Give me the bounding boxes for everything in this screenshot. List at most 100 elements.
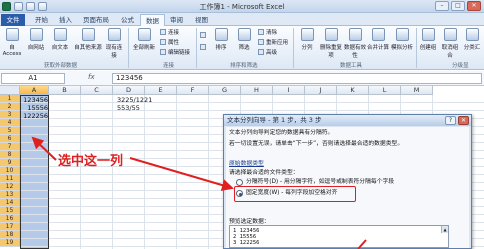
row-header-14[interactable]: 14 xyxy=(0,199,20,207)
close-button[interactable]: ✕ xyxy=(467,1,481,11)
row-header-3[interactable]: 3 xyxy=(0,111,20,119)
reapply-button[interactable]: 重新应用 xyxy=(258,39,288,48)
group-separator xyxy=(196,28,197,68)
text-to-columns-button[interactable]: 分列 xyxy=(297,28,317,56)
annotation-select-column: 选中这一列 xyxy=(58,154,124,169)
consolidate-button[interactable]: 合并计算 xyxy=(367,28,389,56)
tab-insert[interactable]: 插入 xyxy=(54,14,77,26)
tab-review[interactable]: 审阅 xyxy=(165,14,188,26)
dialog-close-button[interactable]: ✕ xyxy=(458,116,469,125)
dialog-body: 文本分列向导判定您的数据具有分隔符。 若一切设置无误，请单击“下一步”，否则请选… xyxy=(226,127,469,248)
connections-button[interactable]: 连接 xyxy=(160,29,179,38)
title-bar: 工作簿1 - Microsoft Excel – □ ✕ xyxy=(0,0,484,13)
fixed-width-radio[interactable] xyxy=(236,190,243,197)
clear-button[interactable]: 清除 xyxy=(258,29,277,38)
column-header-j[interactable]: J xyxy=(305,86,337,95)
row-header-1[interactable]: 1 xyxy=(0,95,20,103)
dialog-help-button[interactable]: ? xyxy=(445,116,456,125)
group-button[interactable]: 创建组 xyxy=(418,28,438,56)
column-header-c[interactable]: C xyxy=(81,86,113,95)
cell-a2[interactable]: 15556 xyxy=(21,104,48,112)
row-header-4[interactable]: 4 xyxy=(0,119,20,127)
refresh-all-button[interactable]: 全部刷新 xyxy=(132,28,156,56)
tab-view[interactable]: 视图 xyxy=(190,14,213,26)
column-header-e[interactable]: E xyxy=(145,86,177,95)
tab-page-layout[interactable]: 页面布局 xyxy=(78,14,114,26)
advanced-button[interactable]: 高级 xyxy=(258,49,277,58)
column-header-g[interactable]: G xyxy=(209,86,241,95)
column-header-i[interactable]: I xyxy=(273,86,305,95)
cell-a3[interactable]: 122256 xyxy=(21,112,48,120)
column-header-k[interactable]: K xyxy=(337,86,369,95)
row-header-11[interactable]: 11 xyxy=(0,175,20,183)
column-header-h[interactable]: H xyxy=(241,86,273,95)
reapply-icon xyxy=(258,39,264,45)
row-header-18[interactable]: 18 xyxy=(0,231,20,239)
column-header-d[interactable]: D xyxy=(113,86,145,95)
column-header-a[interactable]: A xyxy=(20,86,49,95)
column-header-l[interactable]: L xyxy=(369,86,401,95)
row-header-17[interactable]: 17 xyxy=(0,223,20,231)
from-other-sources-button[interactable]: 自其他来源 xyxy=(74,28,102,56)
row-header-9[interactable]: 9 xyxy=(0,159,20,167)
group-separator xyxy=(416,28,417,68)
column-header-m[interactable]: M xyxy=(401,86,433,95)
column-header-f[interactable]: F xyxy=(177,86,209,95)
name-box[interactable]: A1 xyxy=(1,73,65,84)
minimize-button[interactable]: – xyxy=(435,1,449,11)
properties-button[interactable]: 属性 xyxy=(160,39,179,48)
from-text-button[interactable]: 自文本 xyxy=(50,28,70,56)
insert-function-icon[interactable]: fx xyxy=(88,73,95,81)
tab-file[interactable]: 文件 xyxy=(1,14,25,26)
row-header-8[interactable]: 8 xyxy=(0,151,20,159)
refresh-icon xyxy=(137,28,151,41)
tab-data[interactable]: 数据 xyxy=(140,14,165,26)
cell-a1[interactable]: 123456 xyxy=(21,96,48,104)
formula-input[interactable]: 123456 xyxy=(112,73,482,84)
fixed-width-label[interactable]: 固定宽度(W) - 每列字段加空格对齐 xyxy=(246,190,337,197)
cell-d2[interactable]: 553/55 xyxy=(117,104,140,112)
row-header-7[interactable]: 7 xyxy=(0,143,20,151)
data-validation-button[interactable]: 数据有效性 xyxy=(343,28,367,59)
formula-bar: A1 fx 123456 xyxy=(0,71,484,86)
delimited-label[interactable]: 分隔符号(D) - 用分隔字符，如逗号或制表符分隔每个字段 xyxy=(246,179,394,186)
from-web-button[interactable]: 自网站 xyxy=(26,28,46,56)
row-header-5[interactable]: 5 xyxy=(0,127,20,135)
group-label-sort-filter: 排序和筛选 xyxy=(230,63,258,69)
data-preview-box[interactable]: 1 123456 2 15556 3 122256 ▲ xyxy=(229,225,449,248)
preview-line: 3 122256 xyxy=(233,240,260,246)
remove-duplicates-button[interactable]: 删除重复项 xyxy=(319,28,343,59)
dialog-intro-text: 文本分列向导判定您的数据具有分隔符。 xyxy=(229,130,334,136)
group-icon xyxy=(421,28,435,41)
sort-icon xyxy=(214,28,228,41)
select-all-corner[interactable] xyxy=(0,86,20,95)
row-header-13[interactable]: 13 xyxy=(0,191,20,199)
tab-formulas[interactable]: 公式 xyxy=(116,14,139,26)
ungroup-button[interactable]: 取消组合 xyxy=(440,28,460,59)
row-header-12[interactable]: 12 xyxy=(0,183,20,191)
subtotal-button[interactable]: 分类汇 xyxy=(462,28,482,56)
row-header-16[interactable]: 16 xyxy=(0,215,20,223)
sort-ascending-button[interactable] xyxy=(200,32,210,41)
edit-links-button[interactable]: 编辑链接 xyxy=(160,49,190,58)
row-header-15[interactable]: 15 xyxy=(0,207,20,215)
preview-label: 预览选定数据： xyxy=(229,219,270,225)
sort-ascending-icon xyxy=(200,32,206,38)
what-if-analysis-button[interactable]: 模拟分析 xyxy=(390,28,414,56)
column-header-b[interactable]: B xyxy=(49,86,81,95)
cell-d1[interactable]: 3225/1221 xyxy=(117,96,152,104)
row-header-19[interactable]: 19 xyxy=(0,239,20,247)
sort-button[interactable]: 排序 xyxy=(211,28,231,56)
filter-button[interactable]: 筛选 xyxy=(234,28,254,56)
tab-home[interactable]: 开始 xyxy=(30,14,53,26)
row-header-2[interactable]: 2 xyxy=(0,103,20,111)
row-header-10[interactable]: 10 xyxy=(0,167,20,175)
maximize-button[interactable]: □ xyxy=(451,1,465,11)
row-header-6[interactable]: 6 xyxy=(0,135,20,143)
preview-scroll-up[interactable]: ▲ xyxy=(441,226,448,233)
from-access-button[interactable]: 自 Access xyxy=(2,28,22,57)
sort-descending-button[interactable] xyxy=(200,44,210,53)
existing-connections-button[interactable]: 现有连接 xyxy=(104,28,124,59)
delimited-radio[interactable] xyxy=(236,179,243,186)
web-icon xyxy=(29,28,43,41)
